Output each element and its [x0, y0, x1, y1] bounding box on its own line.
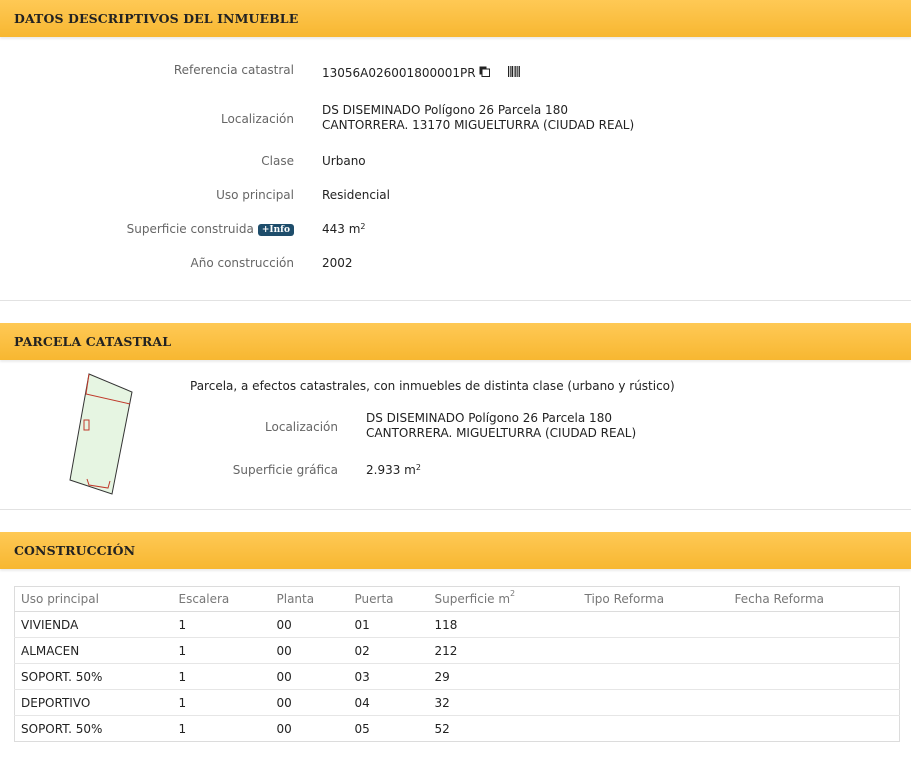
- cell-escalera: 1: [172, 689, 271, 716]
- cell-superficie: 212: [428, 637, 579, 664]
- section-divider: [0, 509, 911, 510]
- referencia-value[interactable]: 13056A026001800001PR: [322, 66, 476, 80]
- parcela-localizacion-value: DS DISEMINADO Polígono 26 Parcela 180 CA…: [366, 411, 636, 441]
- col-header-uso: Uso principal: [14, 586, 173, 612]
- cell-fecha-reforma: [728, 637, 900, 664]
- cell-uso: DEPORTIVO: [14, 689, 173, 716]
- barcode-icon[interactable]: [508, 66, 521, 81]
- uso-value: Residencial: [322, 188, 390, 202]
- cell-uso: ALMACEN: [14, 637, 173, 664]
- clase-value: Urbano: [322, 154, 366, 168]
- section-title-datos: DATOS DESCRIPTIVOS DEL INMUEBLE: [14, 11, 299, 26]
- cell-escalera: 1: [172, 637, 271, 664]
- parcela-localizacion-line1: DS DISEMINADO Polígono 26 Parcela 180: [366, 411, 612, 425]
- superficie-construida-label: Superficie construida: [126, 222, 254, 236]
- section-header-parcela: PARCELA CATASTRAL: [0, 323, 911, 360]
- cell-puerta: 05: [354, 721, 370, 736]
- cell-uso: VIVIENDA: [14, 611, 173, 638]
- cell-escalera: 1: [172, 611, 271, 638]
- table-row: SOPORT. 50% 1 00 05 52: [15, 716, 900, 742]
- cell-puerta: 02: [348, 637, 429, 664]
- col-header-superficie: Superficie m2: [428, 586, 579, 612]
- table-row: DEPORTIVO 1 00 04 32: [14, 689, 900, 716]
- cell-uso: SOPORT. 50%: [14, 663, 173, 690]
- referencia-row: 13056A026001800001PR: [322, 66, 521, 81]
- cell-superficie: 29: [428, 663, 579, 690]
- cell-escalera: 1: [172, 663, 271, 690]
- cell-uso: SOPORT. 50%: [21, 721, 103, 736]
- table-row: VIVIENDA 1 00 01 118: [14, 611, 900, 638]
- superficie-grafica-unit: 2: [415, 463, 421, 472]
- section-divider: [0, 300, 911, 301]
- superficie-construida-value-row: 443 m2: [322, 222, 366, 237]
- copy-icon[interactable]: [479, 66, 491, 81]
- superficie-grafica-label: Superficie gráfica: [232, 463, 338, 477]
- section-title-parcela: PARCELA CATASTRAL: [14, 334, 172, 349]
- cell-planta: 00: [270, 689, 349, 716]
- cell-fecha-reforma: [728, 689, 900, 716]
- parcela-localizacion-line2: CANTORRERA. MIGUELTURRA (CIUDAD REAL): [366, 426, 637, 440]
- clase-label: Clase: [261, 154, 294, 168]
- superficie-construida-unit: 2: [360, 222, 366, 231]
- section-header-datos: DATOS DESCRIPTIVOS DEL INMUEBLE: [0, 0, 911, 37]
- col-header-planta: Planta: [270, 586, 349, 612]
- section-header-construccion: CONSTRUCCIÓN: [0, 532, 911, 569]
- cell-tipo-reforma: [578, 689, 729, 716]
- col-header-escalera: Escalera: [172, 586, 271, 612]
- anio-label: Año construcción: [190, 256, 295, 270]
- cell-tipo-reforma: [579, 716, 729, 742]
- section-title-construccion: CONSTRUCCIÓN: [14, 543, 136, 558]
- table-header-row: Uso principal Escalera Planta Puerta Sup…: [14, 586, 900, 612]
- parcela-description: Parcela, a efectos catastrales, con inmu…: [190, 379, 675, 393]
- localizacion-line1: DS DISEMINADO Polígono 26 Parcela 180: [322, 103, 568, 117]
- col-header-superficie-text: Superficie m: [434, 592, 511, 606]
- parcela-localizacion-label: Localización: [265, 420, 338, 434]
- table-row: ALMACEN 1 00 02 212: [14, 637, 900, 664]
- cell-planta: 00: [270, 611, 349, 638]
- cell-fecha-reforma: [728, 663, 900, 690]
- cell-tipo-reforma: [578, 637, 729, 664]
- cell-superficie: 32: [428, 689, 579, 716]
- cell-puerta: 01: [348, 611, 429, 638]
- table-row: SOPORT. 50% 1 00 03 29: [14, 663, 900, 690]
- cell-tipo-reforma: [578, 611, 729, 638]
- cell-planta: 00: [270, 663, 349, 690]
- localizacion-label: Localización: [221, 112, 294, 126]
- cell-fecha-reforma: [729, 716, 900, 742]
- cell-tipo-reforma: [578, 663, 729, 690]
- localizacion-value: DS DISEMINADO Polígono 26 Parcela 180 CA…: [322, 103, 634, 133]
- col-header-puerta: Puerta: [348, 586, 429, 612]
- referencia-label: Referencia catastral: [173, 63, 294, 77]
- superficie-construida-label-row: Superficie construida +Info: [127, 222, 294, 237]
- cell-puerta: 03: [348, 663, 429, 690]
- col-header-superficie-unit: 2: [510, 589, 516, 598]
- cell-superficie: 118: [428, 611, 579, 638]
- info-button[interactable]: +Info: [257, 224, 294, 236]
- anio-value: 2002: [322, 256, 353, 270]
- cell-escalera: 1: [178, 721, 187, 736]
- construccion-table: Uso principal Escalera Planta Puerta Sup…: [14, 586, 900, 742]
- col-header-fecha-reforma: Fecha Reforma: [728, 586, 900, 612]
- cell-planta: 00: [276, 721, 292, 736]
- cell-superficie: 52: [434, 721, 450, 736]
- superficie-grafica-value-row: 2.933 m2: [366, 463, 421, 478]
- col-header-tipo-reforma: Tipo Reforma: [578, 586, 729, 612]
- cell-fecha-reforma: [728, 611, 900, 638]
- cell-planta: 00: [270, 637, 349, 664]
- uso-label: Uso principal: [216, 188, 294, 202]
- superficie-grafica-value: 2.933 m: [366, 463, 416, 477]
- superficie-construida-value: 443 m: [322, 222, 361, 236]
- parcel-map-icon[interactable]: [62, 372, 138, 501]
- localizacion-line2: CANTORRERA. 13170 MIGUELTURRA (CIUDAD RE…: [322, 118, 635, 132]
- cell-puerta: 04: [348, 689, 429, 716]
